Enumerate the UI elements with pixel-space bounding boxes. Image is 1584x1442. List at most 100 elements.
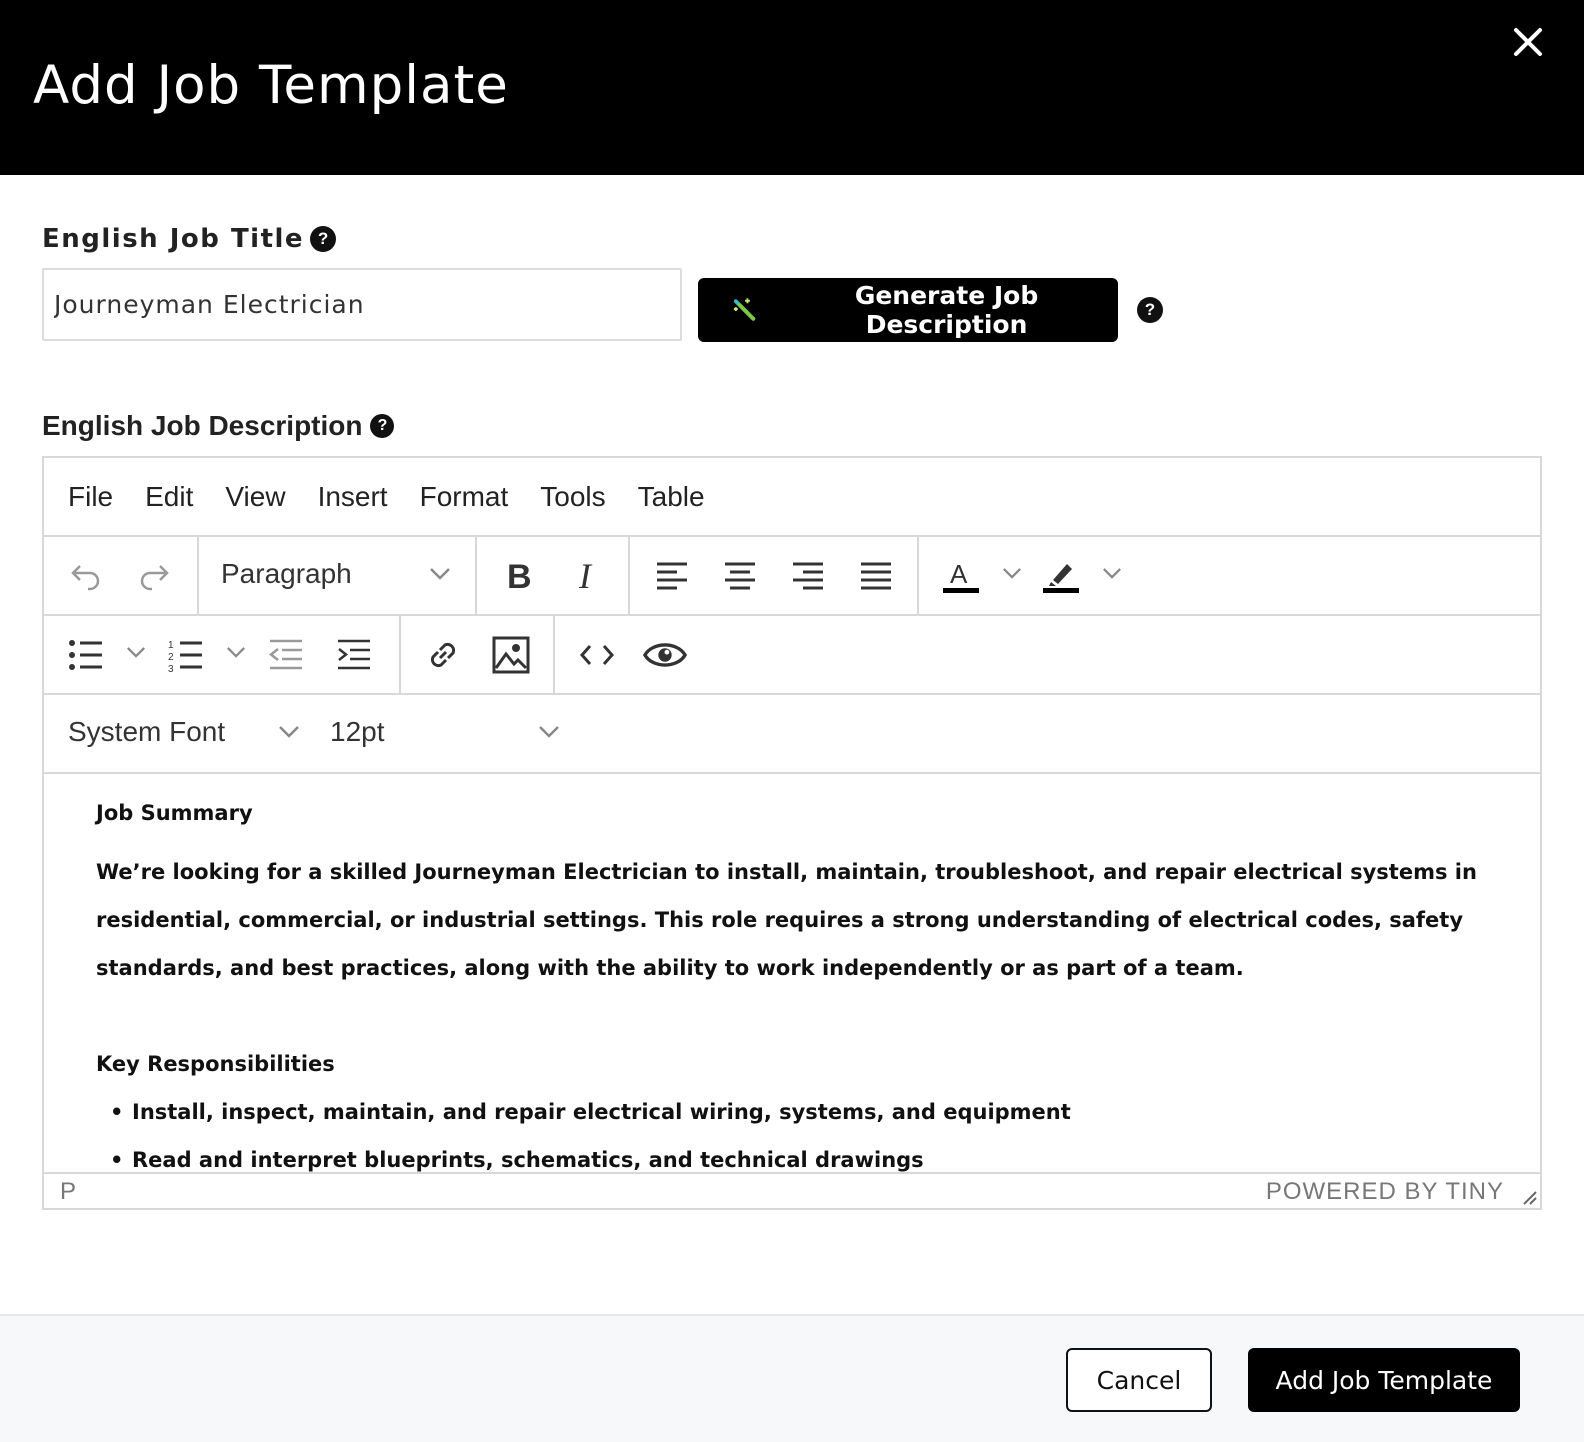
align-justify-icon bbox=[861, 562, 891, 590]
undo-button[interactable] bbox=[64, 555, 108, 597]
align-center-icon bbox=[725, 562, 755, 590]
menu-table[interactable]: Table bbox=[638, 481, 705, 513]
chevron-down-icon[interactable] bbox=[538, 725, 560, 739]
bullet-list-icon bbox=[69, 640, 102, 670]
svg-text:I: I bbox=[578, 558, 593, 594]
powered-by-link[interactable]: POWERED BY TINY bbox=[1266, 1178, 1504, 1206]
modal-title: Add Job Template bbox=[33, 55, 509, 116]
font-family-select[interactable]: System Font bbox=[68, 716, 225, 748]
link-icon bbox=[430, 642, 456, 668]
italic-button[interactable]: I bbox=[565, 555, 609, 597]
color-group: A bbox=[919, 537, 1149, 614]
align-left-icon bbox=[657, 562, 687, 590]
link-button[interactable] bbox=[421, 634, 465, 676]
list-group: 123 bbox=[44, 616, 401, 693]
italic-icon: I bbox=[578, 558, 593, 594]
menu-insert[interactable]: Insert bbox=[318, 481, 388, 513]
svg-text:B: B bbox=[507, 558, 532, 594]
chevron-down-icon[interactable] bbox=[429, 567, 451, 581]
editor-toolbar-row-1: Paragraph B I A bbox=[44, 537, 1540, 616]
indent-button[interactable] bbox=[332, 634, 376, 676]
undo-icon bbox=[71, 565, 100, 591]
align-justify-button[interactable] bbox=[854, 555, 898, 597]
job-title-label: English Job Title ? bbox=[42, 224, 337, 254]
insert-group bbox=[401, 616, 555, 693]
text-style-group: B I bbox=[477, 537, 630, 614]
question-circle-icon[interactable]: ? bbox=[1137, 297, 1163, 323]
redo-icon bbox=[140, 565, 169, 591]
content-heading-summary: Job Summary bbox=[96, 801, 253, 825]
source-code-button[interactable] bbox=[575, 634, 619, 676]
menu-tools[interactable]: Tools bbox=[540, 481, 605, 513]
outdent-button[interactable] bbox=[264, 634, 308, 676]
font-size-select[interactable]: 12pt bbox=[330, 716, 385, 748]
job-description-label-text: English Job Description bbox=[42, 410, 363, 441]
content-summary-paragraph: We’re looking for a skilled Journeyman E… bbox=[96, 860, 1477, 980]
svg-text:1: 1 bbox=[168, 640, 174, 651]
list-item: Install, inspect, maintain, and repair e… bbox=[96, 1088, 1540, 1136]
align-right-button[interactable] bbox=[786, 555, 830, 597]
menu-file[interactable]: File bbox=[68, 481, 113, 513]
chevron-down-icon[interactable] bbox=[126, 646, 146, 659]
highlight-icon bbox=[1043, 564, 1079, 593]
question-circle-icon[interactable]: ? bbox=[370, 414, 395, 438]
svg-text:2: 2 bbox=[168, 652, 174, 663]
editor-toolbar-row-2: 123 bbox=[44, 616, 1540, 695]
responsibilities-list: Install, inspect, maintain, and repair e… bbox=[96, 1088, 1540, 1172]
block-format-select[interactable]: Paragraph bbox=[221, 558, 352, 590]
text-color-button[interactable]: A bbox=[939, 555, 983, 597]
close-button[interactable] bbox=[1508, 22, 1548, 62]
editor-content-area[interactable]: Job Summary We’re looking for a skilled … bbox=[44, 774, 1540, 1172]
editor-statusbar: P POWERED BY TINY bbox=[44, 1172, 1540, 1208]
list-item: Read and interpret blueprints, schematic… bbox=[96, 1136, 1540, 1172]
add-job-template-button[interactable]: Add Job Template bbox=[1248, 1348, 1520, 1412]
menu-edit[interactable]: Edit bbox=[145, 481, 193, 513]
resize-handle-icon[interactable] bbox=[1518, 1186, 1538, 1206]
image-button[interactable] bbox=[489, 634, 533, 676]
chevron-down-icon[interactable] bbox=[1102, 567, 1122, 580]
element-path[interactable]: P bbox=[60, 1178, 76, 1206]
job-description-label: English Job Description ? bbox=[42, 410, 395, 442]
editor-menubar: File Edit View Insert Format Tools Table bbox=[44, 458, 1540, 537]
chevron-down-icon[interactable] bbox=[226, 646, 246, 659]
align-right-icon bbox=[793, 562, 823, 590]
align-center-button[interactable] bbox=[718, 555, 762, 597]
numbered-list-icon: 123 bbox=[168, 640, 202, 672]
job-title-input[interactable] bbox=[42, 268, 682, 341]
editor-toolbar-row-3: System Font 12pt bbox=[44, 695, 1540, 774]
menu-view[interactable]: View bbox=[225, 481, 285, 513]
history-group bbox=[44, 537, 199, 614]
close-icon bbox=[1514, 28, 1542, 56]
view-group bbox=[555, 616, 715, 693]
chevron-down-icon[interactable] bbox=[1002, 567, 1022, 580]
preview-icon bbox=[643, 643, 687, 667]
svg-text:A: A bbox=[950, 559, 968, 589]
code-icon bbox=[579, 645, 615, 665]
preview-button[interactable] bbox=[643, 634, 687, 676]
modal-footer: Cancel Add Job Template bbox=[0, 1314, 1584, 1442]
generate-job-description-button[interactable]: Generate Job Description bbox=[698, 278, 1118, 342]
svg-text:3: 3 bbox=[168, 664, 174, 672]
question-circle-icon[interactable]: ? bbox=[310, 226, 337, 252]
alignment-group bbox=[630, 537, 919, 614]
content-heading-responsibilities: Key Responsibilities bbox=[96, 1052, 335, 1076]
align-left-button[interactable] bbox=[650, 555, 694, 597]
bullet-list-button[interactable] bbox=[64, 634, 108, 676]
indent-icon bbox=[338, 639, 370, 670]
modal-header: Add Job Template bbox=[0, 0, 1584, 175]
highlight-button[interactable] bbox=[1039, 555, 1083, 597]
job-title-label-text: English Job Title bbox=[42, 224, 305, 254]
numbered-list-button[interactable]: 123 bbox=[164, 634, 208, 676]
rich-text-editor: File Edit View Insert Format Tools Table… bbox=[42, 456, 1542, 1210]
redo-button[interactable] bbox=[132, 555, 176, 597]
generate-button-label: Generate Job Description bbox=[854, 281, 1039, 339]
magic-wand-icon bbox=[733, 298, 756, 321]
chevron-down-icon[interactable] bbox=[278, 725, 300, 739]
outdent-icon bbox=[268, 639, 302, 670]
bold-button[interactable]: B bbox=[497, 555, 541, 597]
menu-format[interactable]: Format bbox=[420, 481, 509, 513]
text-color-icon: A bbox=[943, 559, 979, 593]
cancel-button[interactable]: Cancel bbox=[1066, 1348, 1212, 1412]
bold-icon: B bbox=[507, 558, 532, 594]
